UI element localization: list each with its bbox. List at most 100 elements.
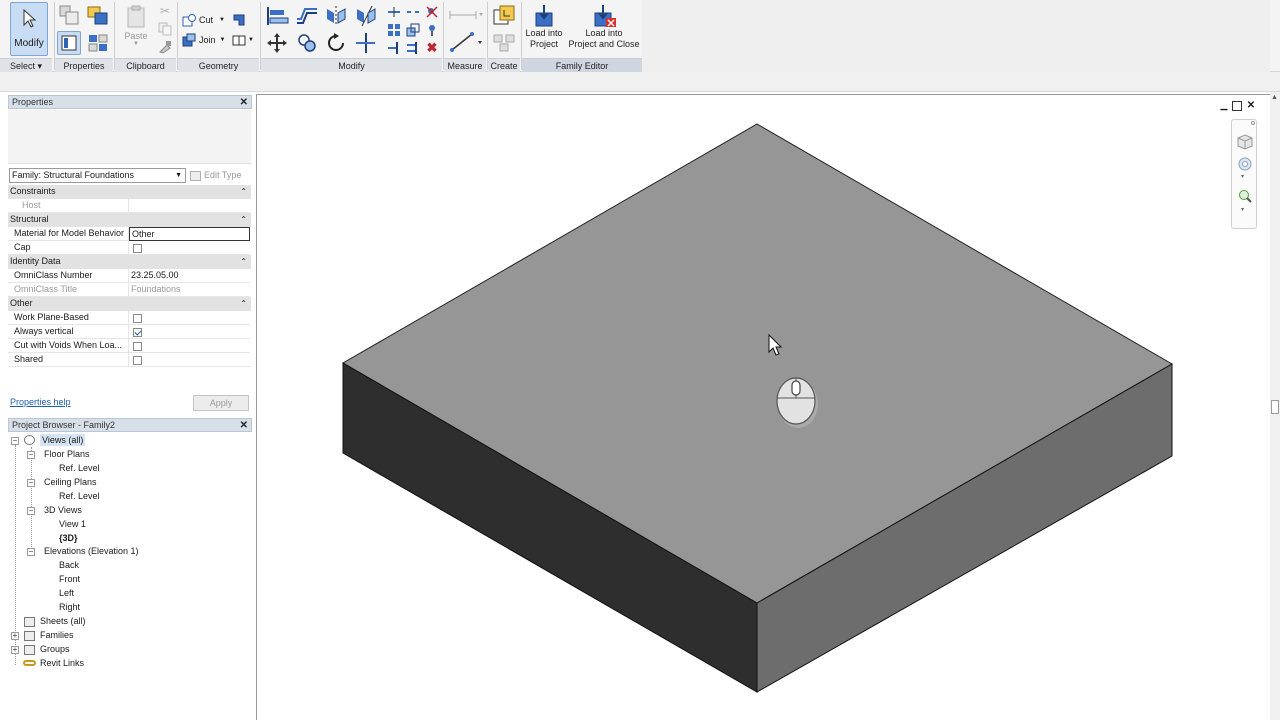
tree-item-views-all[interactable]: Views (all) (40, 434, 86, 446)
aligned-dimension-button[interactable] (447, 6, 485, 24)
unpin-button[interactable] (423, 4, 441, 20)
type-selector[interactable]: Family: Structural Foundations ▼ (9, 168, 186, 183)
expand-toggle[interactable]: + (11, 646, 19, 654)
trim-extend-multiple-button[interactable] (404, 40, 422, 56)
tree-item-3d-active[interactable]: {3D} (59, 532, 78, 544)
wall-joins-button[interactable] (230, 12, 248, 28)
expand-toggle[interactable]: − (27, 548, 35, 556)
expand-toggle[interactable]: − (27, 507, 35, 515)
foundation-top-face[interactable] (342, 123, 1174, 604)
trim-extend-corner-button[interactable] (353, 31, 379, 55)
viewcube-icon[interactable] (1237, 134, 1253, 150)
expand-toggle[interactable]: − (27, 451, 35, 459)
create-similar-button[interactable] (491, 3, 517, 29)
tree-item-floor-plans[interactable]: Floor Plans (44, 448, 90, 460)
split-gap-icon (407, 11, 419, 13)
group-header-constraints[interactable]: Constraints ⌃ (8, 185, 251, 199)
collapse-icon: ⌃ (240, 299, 247, 308)
tree-item-front[interactable]: Front (59, 573, 80, 585)
close-icon[interactable]: ✕ (240, 419, 248, 432)
cut-with-voids-checkbox[interactable] (133, 342, 142, 351)
tree-item-right[interactable]: Right (59, 601, 80, 613)
tree-item-3d-views[interactable]: 3D Views (44, 504, 82, 516)
always-vertical-checkbox[interactable] (133, 328, 142, 337)
tree-item-back[interactable]: Back (59, 559, 79, 571)
omniclass-number-field[interactable]: 23.25.05.00 (129, 269, 250, 283)
expand-toggle[interactable]: + (11, 632, 19, 640)
mirror-pick-axis-button[interactable] (323, 4, 349, 28)
cap-checkbox[interactable] (133, 244, 142, 253)
vertical-scrollbar[interactable]: ▲ (1270, 92, 1280, 720)
zoom-region-icon[interactable] (1237, 188, 1253, 204)
tree-item-left[interactable]: Left (59, 587, 74, 599)
join-geometry-button[interactable]: Join ▼ (182, 32, 228, 48)
foundation-3d-model[interactable] (257, 95, 1270, 720)
close-view-button[interactable]: ✕ (1245, 100, 1257, 112)
scale-button[interactable] (404, 22, 422, 38)
restore-view-button[interactable] (1232, 101, 1242, 111)
modify-button[interactable]: Modify (10, 2, 48, 56)
material-model-behavior-field[interactable]: Other (129, 227, 250, 241)
pin-button[interactable] (423, 22, 441, 38)
tree-item-elevations[interactable]: Elevations (Elevation 1) (44, 545, 139, 557)
properties-toggle-button[interactable] (57, 31, 81, 55)
copy-button[interactable] (157, 21, 173, 37)
expand-toggle[interactable]: − (27, 479, 35, 487)
tree-item-floor-ref-level[interactable]: Ref. Level (59, 462, 100, 474)
panel-create: Create (488, 0, 520, 72)
tree-item-ceiling-ref-level[interactable]: Ref. Level (59, 490, 100, 502)
tree-item-groups[interactable]: Groups (40, 643, 70, 655)
paste-button[interactable]: Paste ▼ (121, 3, 151, 53)
close-icon[interactable]: ✕ (240, 96, 248, 109)
mirror-draw-axis-button[interactable] (353, 4, 379, 28)
tree-item-revit-links[interactable]: Revit Links (40, 657, 84, 669)
mirror-draw-axis-icon (357, 5, 376, 27)
cut-clip-button[interactable]: ✂ (157, 3, 173, 19)
navbar-close-icon[interactable] (1251, 121, 1255, 125)
chevron-down-icon[interactable]: ▾ (1241, 173, 1244, 180)
apply-button[interactable]: Apply (193, 395, 249, 411)
chevron-down-icon[interactable]: ▾ (1241, 206, 1244, 213)
tree-item-sheets[interactable]: Sheets (all) (40, 615, 86, 627)
delete-button[interactable]: ✖ (423, 40, 441, 56)
steering-wheel-icon[interactable] (1237, 156, 1253, 172)
shared-checkbox[interactable] (133, 356, 142, 365)
tree-item-families[interactable]: Families (40, 629, 74, 641)
views-icon (24, 435, 35, 445)
edit-type-button[interactable]: Edit Type (190, 168, 250, 183)
select-dropdown[interactable]: Select ▾ (0, 58, 52, 72)
match-type-button[interactable] (157, 39, 173, 55)
trim-extend-single-button[interactable] (385, 40, 403, 56)
panel-clipboard: Paste ▼ ✂ Clipboard (115, 0, 176, 72)
work-plane-based-checkbox[interactable] (133, 314, 142, 323)
create-group-button[interactable] (491, 31, 517, 55)
split-gap-button[interactable] (404, 4, 422, 20)
rotate-button[interactable] (323, 31, 349, 55)
move-button[interactable] (264, 31, 290, 55)
tree-item-ceiling-plans[interactable]: Ceiling Plans (44, 476, 97, 488)
family-types-button[interactable] (85, 3, 111, 27)
array-button[interactable] (385, 22, 403, 38)
tree-item-view-1[interactable]: View 1 (59, 518, 86, 530)
load-into-project-and-close-button[interactable]: Load into Project and Close (566, 2, 642, 56)
expand-toggle[interactable]: − (11, 437, 19, 445)
group-header-identity-data[interactable]: Identity Data ⌃ (8, 255, 251, 269)
minimize-view-button[interactable]: ▁ (1219, 101, 1229, 111)
type-properties-button[interactable] (57, 3, 81, 27)
offset-button[interactable] (294, 4, 320, 28)
load-into-project-button[interactable]: Load into Project (522, 2, 566, 56)
split-face-button[interactable]: ▼ (230, 32, 256, 48)
scroll-up-arrow[interactable]: ▲ (1271, 94, 1278, 101)
cut-geometry-button[interactable]: Cut ▼ (182, 12, 228, 28)
family-category-button[interactable] (85, 31, 111, 55)
split-element-button[interactable] (385, 4, 403, 20)
copy-elements-button[interactable] (294, 31, 320, 55)
group-header-other[interactable]: Other ⌃ (8, 297, 251, 311)
measure-button[interactable] (447, 30, 485, 54)
drawing-area-3d-view[interactable]: ▁ ✕ ▾ ▾ (256, 94, 1270, 720)
copy-elements-icon (298, 34, 316, 52)
properties-help-link[interactable]: Properties help (10, 397, 71, 407)
group-header-structural[interactable]: Structural ⌃ (8, 213, 251, 227)
scroll-thumb[interactable] (1271, 400, 1279, 414)
align-button[interactable] (264, 4, 290, 28)
